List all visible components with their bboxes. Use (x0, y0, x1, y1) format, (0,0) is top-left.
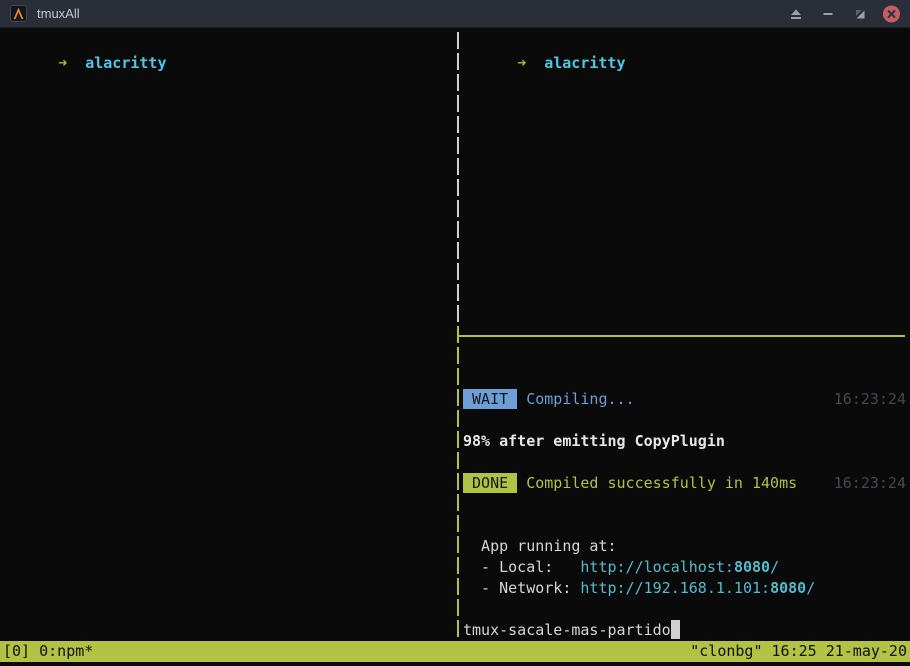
status-left[interactable]: [0] 0:npm* (3, 641, 93, 662)
tmux-status-bar: [0] 0:npm* "clonbg" 16:25 21-may-20 (0, 641, 910, 662)
window-title: tmuxAll (37, 6, 80, 21)
local-url-link[interactable]: http://localhost:8080/ (580, 558, 779, 576)
command-line[interactable]: tmux-sacale-mas-partido (463, 620, 906, 641)
wait-timestamp: 16:23:24 (834, 389, 906, 410)
wait-badge: WAIT (463, 389, 517, 409)
local-url-left: - Local: http://localhost:8080/ (463, 557, 779, 578)
vertical-pane-border-active (457, 326, 459, 641)
wait-line: WAIT Compiling... 16:23:24 (463, 389, 906, 410)
wait-message: Compiling... (526, 390, 634, 408)
status-right: "clonbg" 16:25 21-may-20 (690, 641, 907, 662)
command-left: tmux-sacale-mas-partido (463, 620, 680, 641)
shade-button[interactable] (786, 4, 805, 23)
done-message: Compiled successfully in 140ms (526, 474, 797, 492)
done-badge: DONE (463, 473, 517, 493)
app-running-text: App running at: (463, 536, 617, 557)
alacritty-window: tmuxAll (0, 0, 910, 666)
prompt-arrow-icon: ➜ (517, 53, 535, 74)
left-pane[interactable]: ➜ alacritty (0, 28, 456, 641)
alacritty-logo-icon (10, 5, 27, 22)
network-url-link[interactable]: http://192.168.1.101:8080/ (580, 579, 815, 597)
left-pane-prompt: ➜ alacritty (4, 32, 167, 95)
wait-line-left: WAIT Compiling... (463, 389, 635, 410)
prompt-arrow-icon: ➜ (58, 53, 76, 74)
prompt-text: alacritty (544, 54, 625, 72)
maximize-button[interactable] (850, 4, 869, 23)
network-label: - Network: (463, 579, 580, 597)
network-url-left: - Network: http://192.168.1.101:8080/ (463, 578, 815, 599)
network-url-line: - Network: http://192.168.1.101:8080/ (463, 578, 906, 599)
done-timestamp: 16:23:24 (834, 473, 906, 494)
right-top-pane-prompt: ➜ alacritty (463, 32, 626, 95)
progress-text: 98% after emitting CopyPlugin (463, 431, 725, 452)
titlebar[interactable]: tmuxAll (0, 0, 910, 28)
titlebar-left: tmuxAll (0, 5, 80, 22)
network-port: 8080 (770, 579, 806, 597)
app-running-line: App running at: (463, 536, 906, 557)
window-controls (786, 4, 910, 23)
typed-command: tmux-sacale-mas-partido (463, 621, 671, 639)
local-port: 8080 (734, 558, 770, 576)
done-line: DONE Compiled successfully in 140ms 16:2… (463, 473, 906, 494)
right-top-pane[interactable]: ➜ alacritty (460, 28, 910, 336)
local-url-line: - Local: http://localhost:8080/ (463, 557, 906, 578)
prompt-text: alacritty (85, 54, 166, 72)
local-label: - Local: (463, 558, 580, 576)
done-line-left: DONE Compiled successfully in 140ms (463, 473, 797, 494)
close-button[interactable] (882, 4, 901, 23)
minimize-button[interactable] (818, 4, 837, 23)
progress-line: 98% after emitting CopyPlugin (463, 431, 906, 452)
terminal-cursor (671, 620, 680, 639)
right-bottom-pane[interactable]: WAIT Compiling... 16:23:24 98% after emi… (460, 337, 910, 641)
vertical-pane-border-inactive (457, 32, 459, 326)
